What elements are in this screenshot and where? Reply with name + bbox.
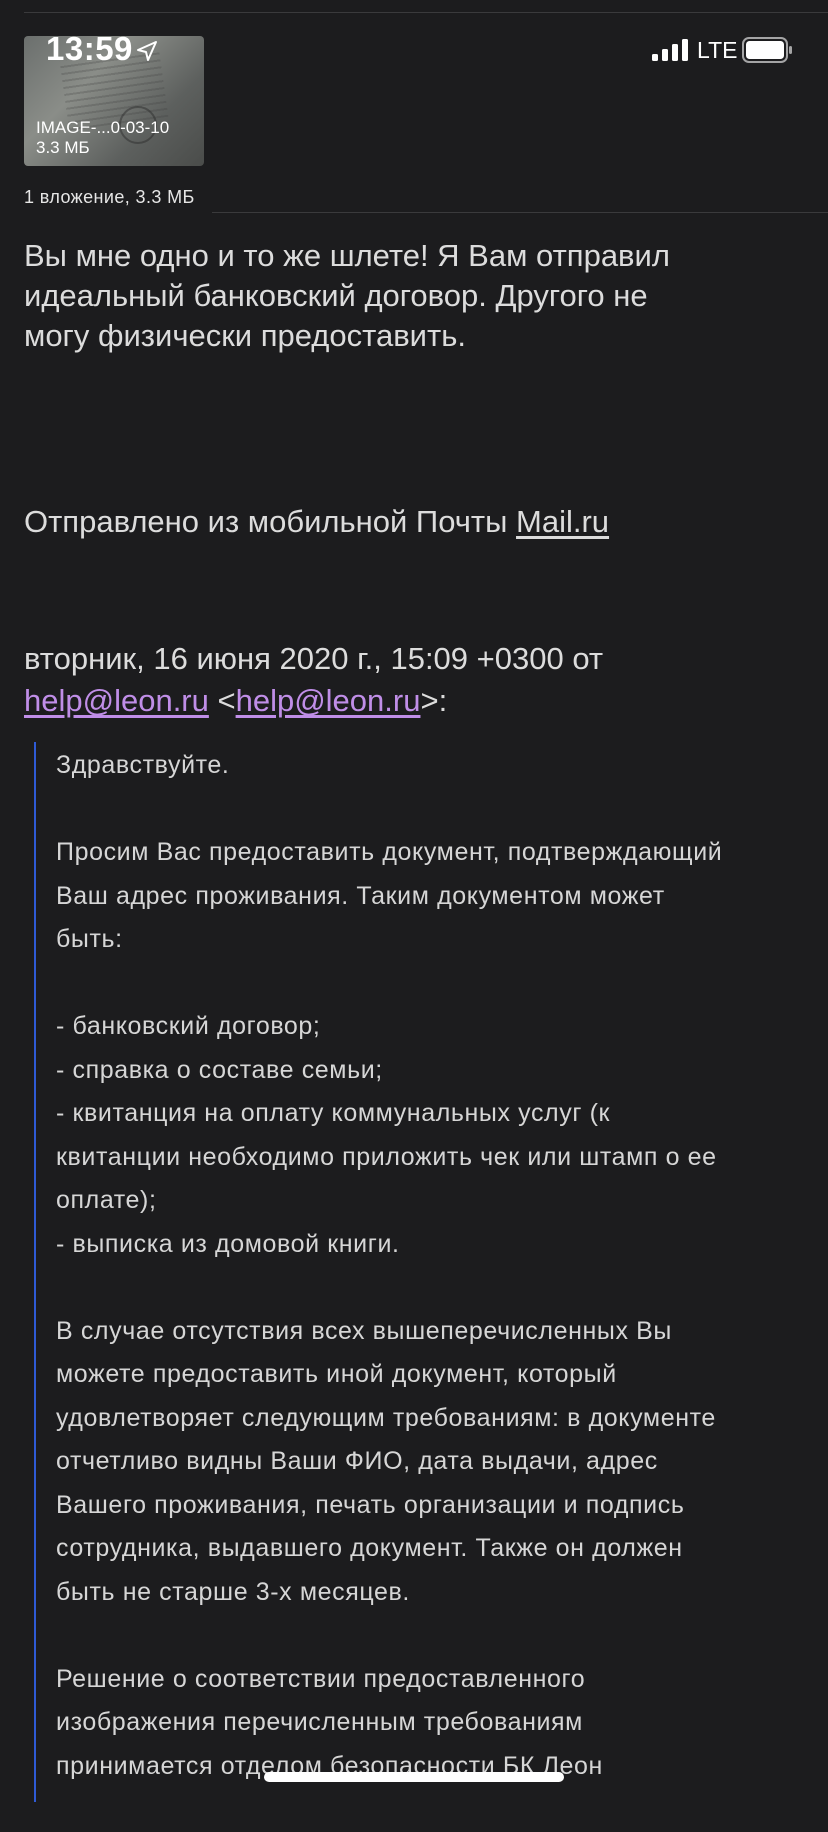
home-indicator[interactable] [264,1772,564,1782]
quoted-message: Здравствуйте. Просим Вас предоставить до… [56,744,816,1832]
quote-date: вторник, 16 июня 2020 г., 15:09 +0300 от [24,641,604,676]
reply-line: могу физически предоставить. [24,318,466,353]
quote-header: вторник, 16 июня 2020 г., 15:09 +0300 от… [24,638,804,722]
sender-email-link[interactable]: help@leon.ru [24,683,209,718]
quote-line: изображения перечисленным требованиям [56,1708,583,1736]
battery-icon [742,37,792,63]
quote-list-item: оплате); [56,1186,157,1214]
attachment-size: 3.3 МБ [36,138,90,157]
reply-line: идеальный банковский договор. Другого не [24,278,648,313]
quote-list-item: - банковский договор; [56,1012,321,1040]
top-divider [24,12,828,13]
bracket-open: < [208,683,236,718]
quote-list-item: - выписка из домовой книги. [56,1229,400,1258]
sender-email-link-2[interactable]: help@leon.ru [236,683,421,718]
quote-bar [34,742,36,1802]
attachment-thumbnail[interactable]: IMAGE-...0-03-10 3.3 МБ [24,36,204,166]
attachment-name: IMAGE-...0-03-10 [36,118,170,137]
network-type: LTE [697,37,738,63]
mailru-link[interactable]: Mail.ru [516,504,609,539]
quote-list-item: - справка о составе семьи; [56,1055,383,1084]
reply-text: Вы мне одно и то же шлете! Я Вам отправи… [24,236,804,356]
quote-list-item: квитанции необходимо приложить чек или ш… [56,1142,717,1171]
quote-line: Решение о соответствии предоставленного [56,1664,586,1693]
signature-text: Отправлено из мобильной Почты [24,504,517,539]
mail-signature: Отправлено из мобильной Почты Mail.ru [24,504,609,540]
cellular-signal-icon [652,39,688,61]
quote-line: Ваш адрес проживания. Таким документом м… [56,881,665,910]
attachment-summary: 1 вложение, 3.3 МБ [24,187,195,207]
quote-line: В случае отсутствия всех вышеперечисленн… [56,1316,672,1345]
quote-line: сотрудника, выдавшего документ. Также он… [56,1534,683,1562]
quote-line: быть не старше 3-х месяцев. [56,1577,410,1606]
quote-list-item: - квитанция на оплату коммунальных услуг… [56,1099,611,1127]
quote-line: удовлетворяет следующим требованиям: в д… [56,1403,716,1432]
quote-line: отчетливо видны Ваши ФИО, дата выдачи, а… [56,1447,658,1475]
reply-line: Вы мне одно и то же шлете! Я Вам отправи… [24,238,670,273]
quote-greeting: Здравствуйте. [56,751,230,779]
quote-line: Просим Вас предоставить документ, подтве… [56,838,723,866]
bracket-close: >: [420,683,448,718]
quote-line: можете предоставить иной документ, котор… [56,1360,617,1388]
quote-line: быть: [56,925,123,953]
quote-line: Вашего проживания, печать организации и … [56,1490,685,1519]
attachment-divider [212,212,828,213]
